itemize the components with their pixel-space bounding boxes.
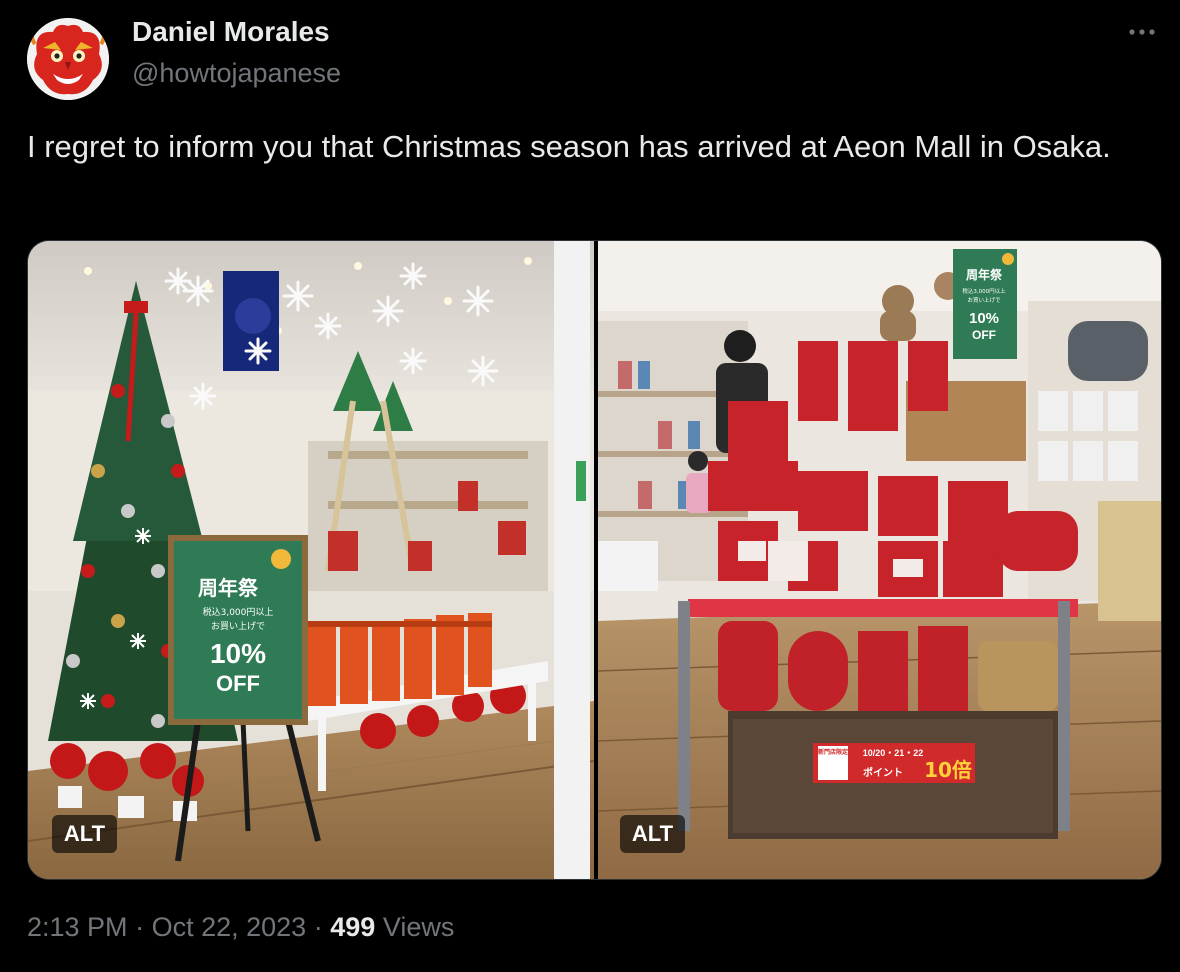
- left-sign-off: OFF: [216, 671, 260, 696]
- tweet-text: I regret to inform you that Christmas se…: [27, 129, 1111, 164]
- left-sign-discount: 10%: [210, 638, 266, 669]
- alt-text-badge-left[interactable]: ALT: [52, 815, 117, 853]
- tweet-time-link[interactable]: 2:13 PM · Oct 22, 2023: [27, 912, 306, 942]
- media-grid: 周年祭 税込3,000円以上 お買い上げで 10% OFF ALT 周年祭 税込…: [27, 240, 1162, 880]
- left-sign-line1: 税込3,000円以上: [203, 606, 274, 618]
- tweet-date: Oct 22, 2023: [151, 912, 307, 942]
- right-sign-off: OFF: [972, 328, 996, 342]
- store-photo-left: 周年祭 税込3,000円以上 お買い上げで 10% OFF: [28, 241, 594, 879]
- right-sign-line1: 税込3,000円以上: [962, 287, 1006, 295]
- store-photo-right: 周年祭 税込3,000円以上 お買い上げで 10% OFF 新門店限定 10/2…: [598, 241, 1161, 879]
- red-dragon-mask-avatar-icon: [27, 18, 109, 100]
- author-name[interactable]: Daniel Morales: [132, 16, 330, 48]
- views-label: Views: [382, 912, 455, 942]
- right-banner-sub: ポイント: [863, 766, 903, 779]
- left-sign-title: 周年祭: [198, 576, 259, 600]
- tweet-metadata: 2:13 PM · Oct 22, 2023 · 499 Views: [27, 912, 454, 943]
- meta-separator-1: ·: [135, 912, 145, 942]
- right-banner-left: 新門店限定: [818, 748, 848, 756]
- photo-red-gift-display[interactable]: 周年祭 税込3,000円以上 お買い上げで 10% OFF 新門店限定 10/2…: [598, 241, 1161, 879]
- right-sign-title: 周年祭: [966, 267, 1003, 282]
- right-sign-discount: 10%: [969, 310, 999, 327]
- meta-separator-2: ·: [313, 912, 323, 942]
- views-count: 499: [330, 912, 376, 942]
- author-handle[interactable]: @howtojapanese: [132, 58, 341, 89]
- alt-text-badge-right[interactable]: ALT: [620, 815, 685, 853]
- author-avatar[interactable]: [27, 18, 109, 100]
- right-banner-multiplier: 10倍: [924, 758, 972, 782]
- left-sign-line2: お買い上げで: [211, 621, 265, 632]
- tweet-time: 2:13 PM: [27, 912, 128, 942]
- more-options-button[interactable]: [1124, 18, 1160, 46]
- more-horizontal-icon: [1129, 29, 1155, 35]
- photo-christmas-tree-display[interactable]: 周年祭 税込3,000円以上 お買い上げで 10% OFF ALT: [28, 241, 594, 879]
- right-banner-dates: 10/20・21・22: [863, 748, 924, 758]
- right-sign-line2: お買い上げで: [967, 296, 1001, 304]
